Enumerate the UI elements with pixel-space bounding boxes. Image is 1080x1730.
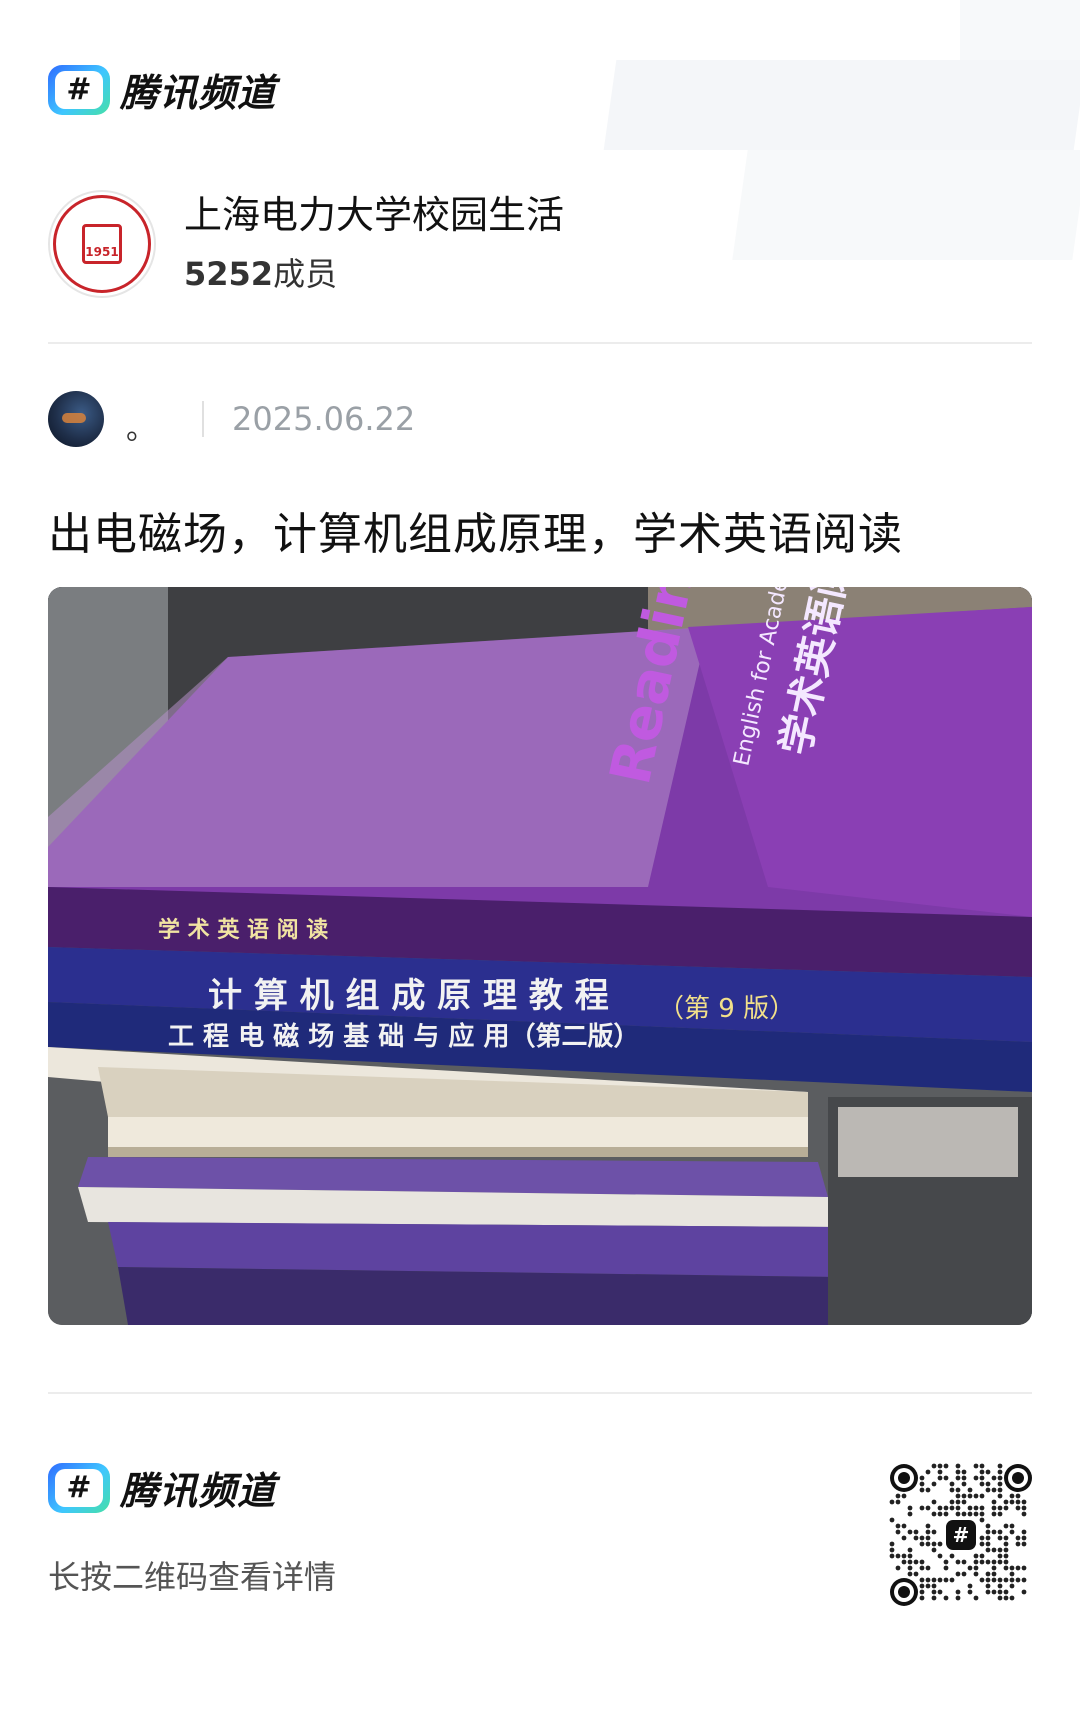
- channel-name: 上海电力大学校园生活: [184, 193, 565, 238]
- channel-info[interactable]: 1951 上海电力大学校园生活 5252成员: [48, 190, 564, 298]
- post-title: 出电磁场，计算机组成原理，学术英语阅读: [48, 509, 903, 560]
- footer-brand: # 腾讯频道: [48, 1460, 276, 1515]
- svg-text:学 术 英 语 阅 读: 学 术 英 语 阅 读: [158, 917, 328, 943]
- author-name[interactable]: 。: [126, 404, 156, 448]
- tencent-channel-logo-icon: #: [48, 64, 110, 115]
- svg-text:（第 9 版）: （第 9 版）: [658, 994, 795, 1024]
- post-author-row: 。 2025.06.22: [48, 390, 415, 448]
- background-decoration: [603, 60, 1080, 150]
- members-count: 5252: [184, 254, 274, 293]
- brand-name: 腾讯频道: [120, 71, 277, 115]
- background-decoration: [732, 150, 1080, 260]
- qr-tip-text: 长按二维码查看详情: [48, 1558, 337, 1596]
- svg-text:工 程 电 磁 场 基 础 与 应 用（第二版）: 工 程 电 磁 场 基 础 与 应 用（第二版）: [168, 1021, 639, 1052]
- author-avatar[interactable]: [48, 391, 104, 447]
- svg-text:#: #: [953, 1523, 970, 1547]
- logo-glyph: #: [55, 70, 103, 109]
- tencent-channel-logo-icon: #: [48, 1462, 110, 1513]
- members-suffix: 成员: [273, 254, 338, 293]
- post-photo[interactable]: 学术英语阅读 English for Academic Study Readin…: [48, 587, 1032, 1325]
- university-seal-icon: 1951: [48, 190, 156, 298]
- post-date: 2025.06.22: [232, 400, 416, 438]
- brand-header: # 腾讯频道: [48, 62, 276, 117]
- logo-glyph: #: [55, 1468, 103, 1507]
- channel-members: 5252成员: [184, 249, 564, 295]
- stacked-textbooks-photo: 学术英语阅读 English for Academic Study Readin…: [48, 587, 1032, 1325]
- background-decoration: [960, 0, 1080, 60]
- divider: [48, 1392, 1032, 1394]
- post-share-page: # 腾讯频道 1951 上海电力大学校园生活 5252成员 。 2025.06.…: [0, 0, 1080, 1730]
- qr-code-icon[interactable]: #: [888, 1462, 1034, 1608]
- svg-text:计 算 机 组 成 原 理 教 程: 计 算 机 组 成 原 理 教 程: [208, 976, 609, 1016]
- divider: [48, 342, 1032, 344]
- footer-brand-name: 腾讯频道: [120, 1469, 277, 1513]
- separator: [202, 401, 204, 437]
